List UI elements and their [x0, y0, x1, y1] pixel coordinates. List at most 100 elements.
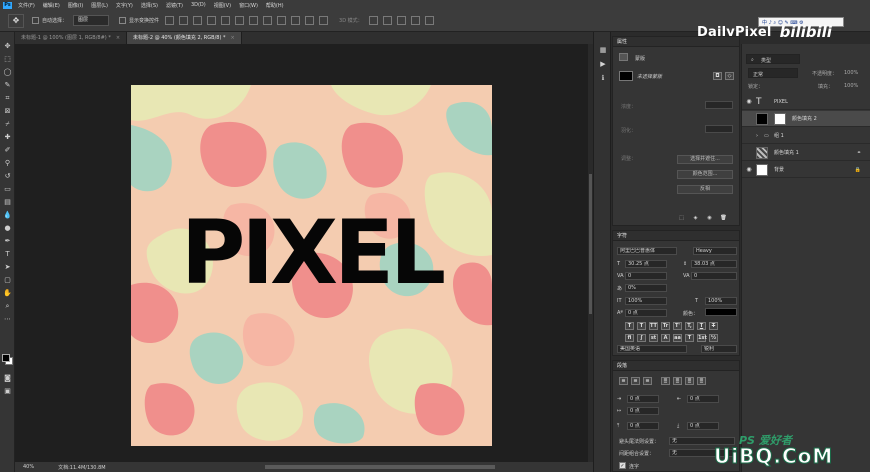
- kerning-input[interactable]: 0: [625, 272, 667, 280]
- history-brush-tool-icon[interactable]: ↺: [3, 172, 12, 180]
- dodge-tool-icon[interactable]: ●: [3, 224, 12, 232]
- show-transform-checkbox[interactable]: [119, 17, 127, 24]
- color-range-button[interactable]: 颜色范围...: [677, 170, 733, 179]
- ligature-fi-icon[interactable]: fi: [625, 334, 634, 342]
- lasso-tool-icon[interactable]: ◯: [3, 68, 12, 76]
- superscript-button[interactable]: T': [673, 322, 682, 330]
- font-family-select[interactable]: 阿里巴巴普惠体: [617, 247, 677, 255]
- distribute-bottom-icon[interactable]: [277, 16, 287, 25]
- horizontal-scrollbar[interactable]: [265, 465, 495, 469]
- faux-italic-button[interactable]: T: [637, 322, 646, 330]
- delete-mask-icon[interactable]: 🗑: [719, 215, 728, 223]
- indent-left-input[interactable]: 0 点: [627, 395, 659, 403]
- baseline-shift-input[interactable]: 0 点: [625, 309, 667, 317]
- vector-mask-icon[interactable]: ◇: [725, 72, 734, 80]
- language-select[interactable]: 美国英语: [617, 345, 687, 353]
- tab-untitled-1[interactable]: 未标题-1 @ 100% (图层 1, RGB/8#) * ×: [15, 32, 128, 44]
- text-color-swatch[interactable]: [705, 308, 737, 316]
- space-before-input[interactable]: 0 点: [627, 422, 659, 430]
- crop-tool-icon[interactable]: ⌗: [3, 94, 12, 102]
- auto-select-dropdown[interactable]: 图层: [73, 15, 110, 26]
- distribute-top-icon[interactable]: [249, 16, 259, 25]
- pen-tool-icon[interactable]: ✒: [3, 237, 12, 245]
- menu-window[interactable]: 窗口(W): [239, 2, 258, 9]
- strikethrough-button[interactable]: T: [709, 322, 718, 330]
- align-left-text-icon[interactable]: ≡: [619, 377, 628, 385]
- distribute-right-icon[interactable]: [319, 16, 329, 25]
- expand-chevron-icon[interactable]: ›: [756, 133, 764, 139]
- menu-filter[interactable]: 滤镜(T): [166, 2, 183, 9]
- pixel-mask-icon[interactable]: ◘: [713, 72, 722, 80]
- align-bottom-icon[interactable]: [193, 16, 203, 25]
- healing-brush-tool-icon[interactable]: ✚: [3, 133, 12, 141]
- align-right-text-icon[interactable]: ≡: [643, 377, 652, 385]
- tracking-input[interactable]: 0: [691, 272, 737, 280]
- toggle-mask-icon[interactable]: ◉: [705, 215, 714, 223]
- justify-last-left-icon[interactable]: ≣: [661, 377, 670, 385]
- align-left-icon[interactable]: [207, 16, 217, 25]
- eraser-tool-icon[interactable]: ▭: [3, 185, 12, 193]
- quick-mask-icon[interactable]: ◙: [3, 374, 12, 382]
- canvas-workspace[interactable]: PIXEL: [15, 44, 593, 462]
- layer-row-group-1[interactable]: › ▭ 组 1: [742, 128, 870, 144]
- distribute-hcenter-icon[interactable]: [305, 16, 315, 25]
- eyedropper-tool-icon[interactable]: ⌿: [3, 120, 12, 128]
- small-caps-button[interactable]: Tr: [661, 322, 670, 330]
- marquee-tool-icon[interactable]: ⬚: [3, 55, 12, 63]
- distribute-vcenter-icon[interactable]: [263, 16, 273, 25]
- antialias-select[interactable]: 锐利: [701, 345, 737, 353]
- align-vcenter-icon[interactable]: [179, 16, 189, 25]
- 3d-rotate-icon[interactable]: [368, 16, 378, 25]
- discretionary-ligature-icon[interactable]: ʃ: [637, 334, 646, 342]
- fractions-icon[interactable]: T: [685, 334, 694, 342]
- contextual-alternates-icon[interactable]: ½: [709, 334, 718, 342]
- brush-tool-icon[interactable]: ✐: [3, 146, 12, 154]
- rectangle-tool-icon[interactable]: ▢: [3, 276, 12, 284]
- subscript-button[interactable]: T,: [685, 322, 694, 330]
- visibility-eye-icon[interactable]: ◉: [742, 166, 756, 173]
- clone-stamp-tool-icon[interactable]: ⚲: [3, 159, 12, 167]
- type-tool-icon[interactable]: T: [3, 250, 12, 258]
- 3d-scale-icon[interactable]: [424, 16, 434, 25]
- path-select-tool-icon[interactable]: ➤: [3, 263, 12, 271]
- layer-row-fill-1[interactable]: 颜色填充 1 ⚭: [742, 145, 870, 161]
- menu-layer[interactable]: 图层(L): [91, 2, 108, 9]
- swash-icon[interactable]: st: [649, 334, 658, 342]
- density-input[interactable]: [705, 101, 733, 109]
- select-and-mask-button[interactable]: 选择并遮住...: [677, 155, 733, 164]
- ordinal-icon[interactable]: A: [661, 334, 670, 342]
- space-after-input[interactable]: 0 点: [687, 422, 719, 430]
- actions-panel-icon[interactable]: ▶: [599, 60, 607, 68]
- align-top-icon[interactable]: [165, 16, 175, 25]
- 3d-pan-icon[interactable]: [396, 16, 406, 25]
- layer-row-pixel[interactable]: ◉ T PIXEL: [742, 94, 870, 110]
- align-hcenter-icon[interactable]: [221, 16, 231, 25]
- frame-tool-icon[interactable]: ⊠: [3, 107, 12, 115]
- font-style-select[interactable]: Heavy: [693, 247, 737, 255]
- hyphenate-checkbox[interactable]: ✓: [619, 462, 626, 469]
- distribute-left-icon[interactable]: [291, 16, 301, 25]
- invert-button[interactable]: 反相: [677, 185, 733, 194]
- vertical-scale-input[interactable]: 100%: [625, 297, 667, 305]
- justify-last-right-icon[interactable]: ≣: [685, 377, 694, 385]
- close-icon[interactable]: ×: [116, 32, 120, 44]
- fill-value[interactable]: 100%: [844, 83, 858, 89]
- move-tool-icon[interactable]: ✥: [3, 42, 12, 50]
- history-panel-icon[interactable]: ▦: [599, 46, 607, 54]
- info-panel-icon[interactable]: ℹ: [599, 74, 607, 82]
- hand-tool-icon[interactable]: ✋: [3, 289, 12, 297]
- align-center-text-icon[interactable]: ≡: [631, 377, 640, 385]
- menu-file[interactable]: 文件(F): [18, 2, 35, 9]
- menu-image[interactable]: 图像(I): [68, 2, 83, 9]
- indent-right-input[interactable]: 0 点: [687, 395, 719, 403]
- 3d-slide-icon[interactable]: [410, 16, 420, 25]
- font-size-input[interactable]: 30.25 点: [625, 260, 667, 268]
- tab-untitled-2[interactable]: 未标题-2 @ 40% (颜色填充 2, RGB/8) * ×: [127, 32, 242, 44]
- menu-edit[interactable]: 编辑(E): [43, 2, 60, 9]
- quick-select-tool-icon[interactable]: ✎: [3, 81, 12, 89]
- layer-kind-filter[interactable]: ⌕ 类型: [746, 54, 800, 64]
- more-tools-icon[interactable]: ⋯: [3, 315, 12, 323]
- screen-mode-icon[interactable]: ▣: [3, 387, 12, 395]
- justify-all-icon[interactable]: ≣: [697, 377, 706, 385]
- gradient-tool-icon[interactable]: ▤: [3, 198, 12, 206]
